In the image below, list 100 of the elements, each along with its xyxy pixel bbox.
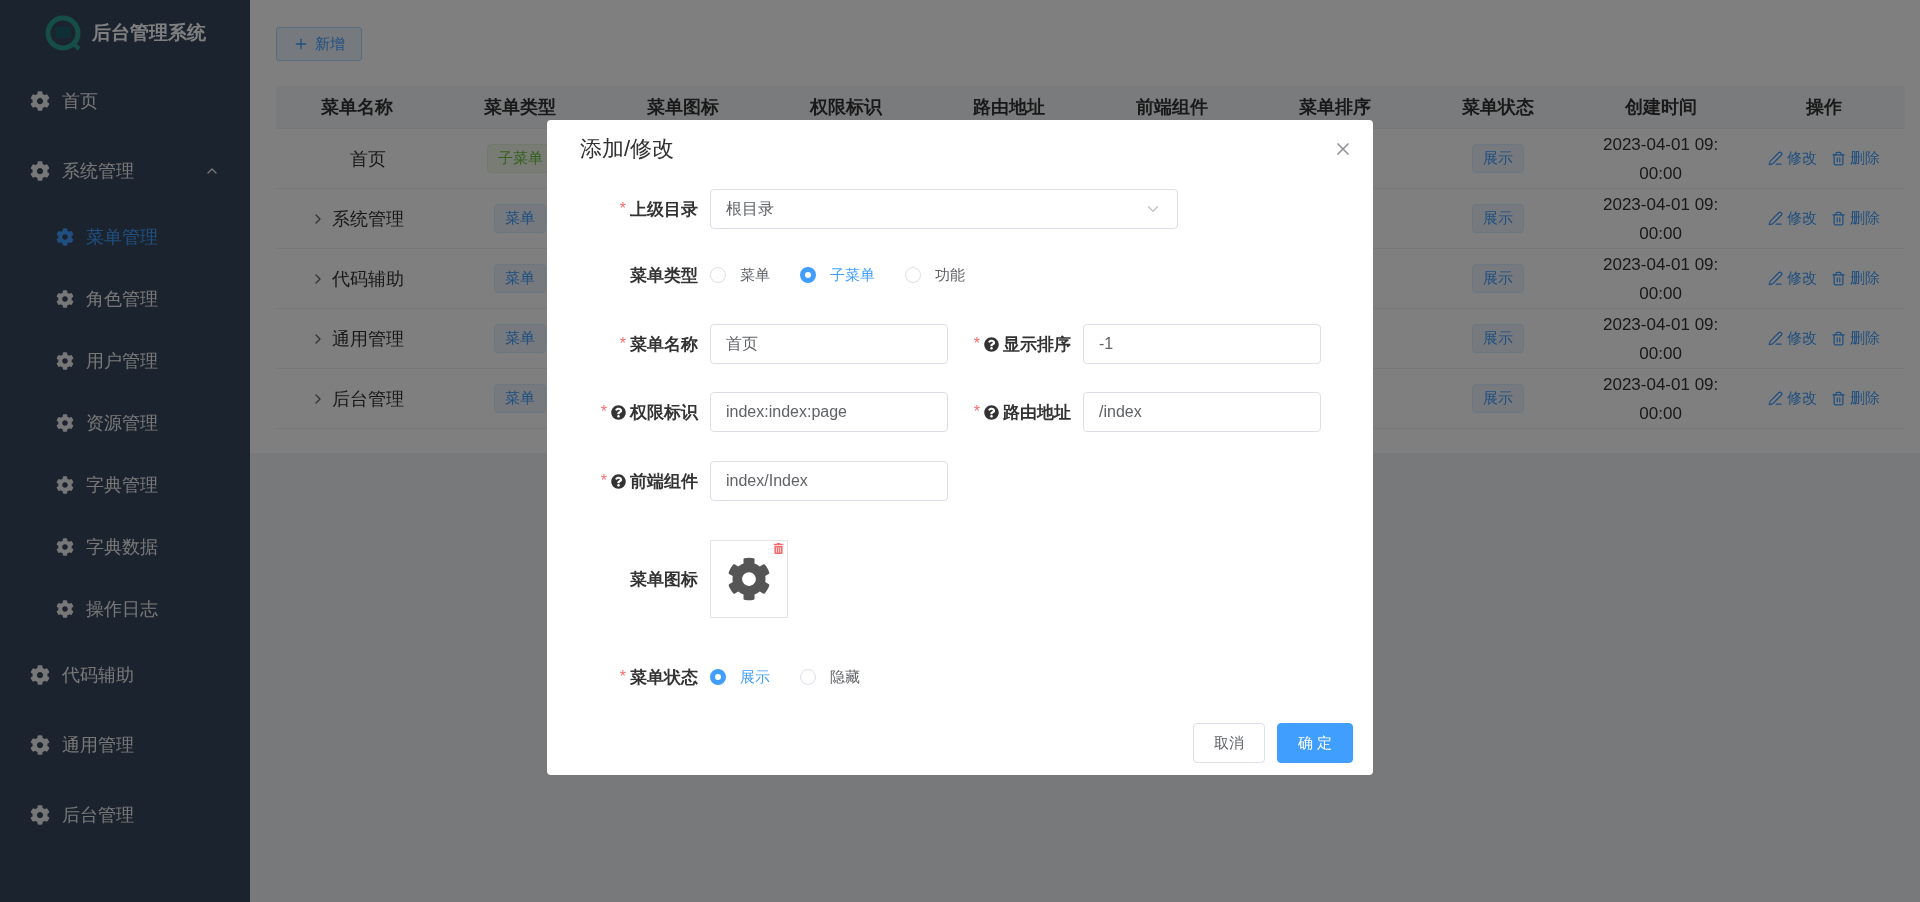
status-tag: 展示	[1471, 384, 1524, 413]
form-label: * 权限标识	[599, 401, 700, 424]
submenu-item[interactable]: 用户管理	[0, 330, 250, 392]
required-mark: *	[973, 403, 980, 421]
form-label: * 路由地址	[972, 401, 1072, 424]
gear-icon	[56, 538, 74, 556]
cancel-button[interactable]: 取消	[1192, 723, 1265, 763]
type-tag: 菜单	[494, 324, 547, 353]
form-label: * 上级目录	[618, 198, 699, 221]
status-tag: 展示	[1471, 144, 1524, 173]
menu-item[interactable]: 代码辅助	[0, 640, 250, 710]
gear-icon	[727, 557, 771, 601]
menu-item[interactable]: 后台管理	[0, 780, 250, 850]
trash-icon	[1830, 151, 1846, 166]
pen-icon	[1767, 271, 1783, 286]
trash-icon	[1830, 391, 1846, 406]
submenu-item[interactable]: 资源管理	[0, 392, 250, 454]
menu-item[interactable]: 通用管理	[0, 710, 250, 780]
confirm-button[interactable]: 确 定	[1276, 723, 1353, 763]
input-field[interactable]: -1	[1083, 324, 1321, 364]
input-field[interactable]: /index	[1083, 392, 1321, 432]
menu-item[interactable]: 首页	[0, 66, 250, 136]
help-icon[interactable]	[984, 336, 999, 352]
input-field[interactable]: index:index:page	[710, 392, 948, 432]
delete-link[interactable]: 删除	[1830, 389, 1880, 408]
required-mark: *	[619, 668, 626, 686]
submenu-item[interactable]: 字典管理	[0, 454, 250, 516]
trash-icon	[1830, 331, 1846, 346]
delete-link[interactable]: 删除	[1830, 329, 1880, 348]
input-field[interactable]: 首页	[710, 324, 948, 364]
edit-link[interactable]: 修改	[1767, 269, 1817, 288]
dialog-title: 添加/修改	[580, 135, 675, 163]
delete-link[interactable]: 删除	[1830, 269, 1880, 288]
pen-icon	[1767, 151, 1783, 166]
status-tag: 展示	[1471, 324, 1524, 353]
table-cell-text: 2023-04-01 09:00:00	[1601, 193, 1720, 245]
logo-text: 后台管理系统	[92, 21, 206, 45]
menu-item[interactable]: 系统管理	[0, 136, 250, 206]
type-tag: 菜单	[494, 204, 547, 233]
pen-icon	[1767, 211, 1783, 226]
submenu-item[interactable]: 操作日志	[0, 578, 250, 640]
table-cell-text: 系统管理	[332, 207, 405, 231]
submenu-item[interactable]: 菜单管理	[0, 206, 250, 268]
column-header: 前端组件	[1134, 96, 1209, 119]
column-header: 操作	[1804, 96, 1843, 119]
radio-option[interactable]: 菜单	[710, 265, 770, 285]
form-label: 菜单图标	[629, 568, 699, 591]
table-cell-text: 2023-04-01 09:00:00	[1601, 253, 1720, 305]
required-mark: *	[619, 335, 626, 353]
radio-option[interactable]: 隐藏	[800, 667, 860, 687]
table-cell-text: 2023-04-01 09:00:00	[1601, 133, 1720, 185]
submenu-item[interactable]: 角色管理	[0, 268, 250, 330]
table-cell-text: 后台管理	[332, 387, 405, 411]
column-header: 菜单图标	[646, 96, 721, 119]
gear-icon	[30, 91, 50, 111]
radio-option[interactable]: 子菜单	[800, 265, 875, 285]
input-field[interactable]: index/Index	[710, 461, 948, 501]
add-button[interactable]: 新增	[276, 27, 362, 61]
required-mark: *	[973, 335, 980, 353]
table-cell-text: 2023-04-01 09:00:00	[1601, 313, 1720, 365]
edit-link[interactable]: 修改	[1767, 149, 1817, 168]
help-icon[interactable]	[984, 404, 999, 420]
radio-option[interactable]: 功能	[905, 265, 965, 285]
column-header: 创建时间	[1623, 96, 1698, 119]
form-label: * 显示排序	[972, 333, 1072, 356]
table-cell-text: 通用管理	[332, 327, 405, 351]
logo-icon	[44, 14, 82, 52]
edit-link[interactable]: 修改	[1767, 329, 1817, 348]
column-header: 权限标识	[808, 96, 884, 119]
status-tag: 展示	[1471, 264, 1524, 293]
icon-preview[interactable]	[710, 540, 788, 618]
submenu-item[interactable]: 字典数据	[0, 516, 250, 578]
select-field[interactable]: 根目录	[710, 189, 1178, 229]
form-label: * 前端组件	[599, 470, 699, 493]
help-icon[interactable]	[611, 404, 626, 420]
help-icon[interactable]	[611, 473, 626, 489]
gear-icon	[30, 161, 50, 181]
column-header: 路由地址	[972, 96, 1047, 119]
delete-icon[interactable]	[773, 543, 784, 554]
column-header: 菜单类型	[483, 96, 558, 119]
pen-icon	[1767, 391, 1783, 406]
column-header: 菜单名称	[320, 96, 395, 119]
gear-icon	[56, 352, 74, 370]
gear-icon	[56, 414, 74, 432]
status-tag: 展示	[1471, 204, 1524, 233]
trash-icon	[1830, 271, 1846, 286]
plus-icon	[293, 36, 309, 52]
edit-link[interactable]: 修改	[1767, 209, 1817, 228]
required-mark: *	[600, 403, 607, 421]
column-header: 菜单排序	[1297, 96, 1372, 119]
form-label: 菜单类型	[629, 264, 699, 287]
delete-link[interactable]: 删除	[1830, 209, 1880, 228]
radio-option[interactable]: 展示	[710, 667, 770, 687]
pen-icon	[1767, 331, 1783, 346]
gear-icon	[30, 735, 50, 755]
edit-link[interactable]: 修改	[1767, 389, 1817, 408]
gear-icon	[30, 805, 50, 825]
delete-link[interactable]: 删除	[1830, 149, 1880, 168]
table-cell-text: 代码辅助	[332, 267, 405, 291]
table-cell-text: 2023-04-01 09:00:00	[1601, 373, 1720, 425]
